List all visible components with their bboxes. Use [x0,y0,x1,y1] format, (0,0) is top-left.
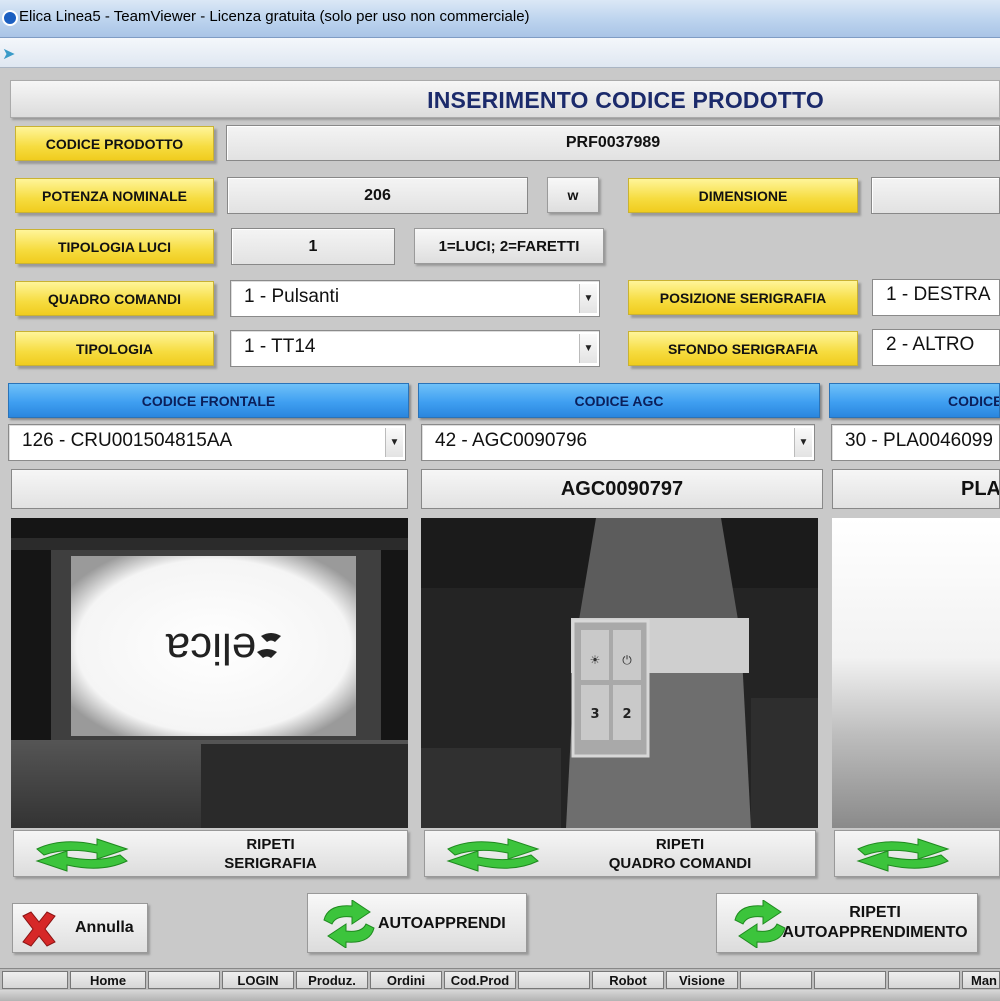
camera-image-serigrafia: elica [11,518,408,828]
codice-third-value: 30 - PLA0046099 [845,430,993,451]
window-titlebar: Elica Linea5 - TeamViewer - Licenza grat… [0,0,1000,38]
panel-key-light: ☀ [590,653,601,667]
refresh-arrows-icon [446,838,540,872]
page-title: INSERIMENTO CODICE PRODOTTO [427,87,824,113]
detected-agc-code: AGC0090797 [421,469,823,509]
codice-third-dropdown[interactable]: 30 - PLA0046099 [831,424,1000,461]
elica-logo-text: elica [165,624,256,673]
ripeti-label-line1: RIPETI [246,836,295,853]
pin-icon[interactable]: ➤ [2,44,15,64]
ripeti-auto-line2: AUTOAPPRENDIMENTO [782,924,968,941]
camera-image-third [832,518,1000,828]
teamviewer-icon [2,10,18,26]
panel-key-power: ⏻ [622,653,632,667]
sfondo-serigrafia-label: SFONDO SERIGRAFIA [628,331,858,366]
tipologia-label: TIPOLOGIA [15,331,214,366]
page-heading-bar: INSERIMENTO CODICE PRODOTTO [10,80,1000,118]
detected-third-code: PLA [832,469,1000,509]
potenza-nominale-field[interactable]: 206 [227,177,528,214]
ripeti-third-button[interactable] [834,830,1000,877]
ripeti-autoapprendimento-button[interactable]: RIPETI AUTOAPPRENDIMENTO [716,893,978,953]
footer-strip [0,990,1000,1001]
annulla-button[interactable]: Annulla [12,903,148,953]
ripeti-label-line1: RIPETI [655,836,705,853]
potenza-unit-label: w [547,177,599,213]
chevron-down-icon[interactable]: ▼ [579,334,597,363]
tipologia-dropdown[interactable]: 1 - TT14 ▼ [230,330,600,367]
nav-tab-empty-5[interactable] [814,971,886,989]
panel-key-3: 3 [590,707,599,722]
camera-image-quadro: ☀ ⏻ 3 2 [421,518,818,828]
ripeti-autoapprendimento-label: RIPETI AUTOAPPRENDIMENTO [777,903,973,943]
autoapprendi-button[interactable]: AUTOAPPRENDI [307,893,527,953]
sfondo-serigrafia-field[interactable]: 2 - ALTRO [872,329,1000,366]
codice-frontale-header: CODICE FRONTALE [8,383,409,418]
sfondo-serigrafia-value: 2 - ALTRO [886,334,975,355]
codice-third-header: CODICE [829,383,1000,418]
camera-view-quadro: ☀ ⏻ 3 2 [421,518,818,828]
posizione-serigrafia-label: POSIZIONE SERIGRAFIA [628,280,858,315]
panel-key-2: 2 [622,707,631,722]
nav-tab-empty-6[interactable] [888,971,960,989]
quadro-comandi-value: 1 - Pulsanti [244,286,340,307]
tipologia-luci-label: TIPOLOGIA LUCI [15,229,214,264]
red-x-icon [22,911,56,947]
annulla-label: Annulla [75,919,134,936]
codice-agc-value: 42 - AGC0090796 [435,430,588,451]
ripeti-serigrafia-label: RIPETI SERIGRAFIA [134,835,407,873]
dimensione-field[interactable] [871,177,1000,214]
refresh-arrows-icon [323,900,375,948]
tipologia-luci-field[interactable]: 1 [231,228,395,265]
codice-agc-header: CODICE AGC [418,383,820,418]
tipologia-luci-hint: 1=LUCI; 2=FARETTI [414,228,604,264]
quadro-comandi-dropdown[interactable]: 1 - Pulsanti ▼ [230,280,600,317]
chevron-down-icon[interactable]: ▼ [794,428,812,457]
nav-tab-visione[interactable]: Visione [666,971,738,989]
ripeti-serigrafia-button[interactable]: RIPETI SERIGRAFIA [13,830,408,877]
chevron-down-icon[interactable]: ▼ [579,284,597,313]
nav-tab-empty-2[interactable] [148,971,220,989]
nav-tab-robot[interactable]: Robot [592,971,664,989]
nav-tab-home[interactable]: Home [70,971,146,989]
camera-view-serigrafia: elica [11,518,408,828]
chevron-down-icon[interactable]: ▼ [385,428,403,457]
ripeti-quadro-comandi-button[interactable]: RIPETI QUADRO COMANDI [424,830,816,877]
codice-frontale-dropdown[interactable]: 126 - CRU001504815AA ▼ [8,424,406,461]
quadro-comandi-label: QUADRO COMANDI [15,281,214,316]
dimensione-label: DIMENSIONE [628,178,858,213]
footer-nav: Home LOGIN Produz. Ordini Cod.Prod Robot… [0,968,1000,1001]
autoapprendi-label: AUTOAPPRENDI [378,915,506,932]
tipologia-value: 1 - TT14 [244,336,316,357]
nav-tab-man[interactable]: Man [962,971,1000,989]
ripeti-label-line2: SERIGRAFIA [224,855,317,872]
ripeti-auto-line1: RIPETI [849,904,901,921]
ripeti-quadro-comandi-label: RIPETI QUADRO COMANDI [545,835,815,873]
toolbar-strip: ➤ [0,38,1000,68]
window-title: Elica Linea5 - TeamViewer - Licenza grat… [19,8,530,25]
posizione-serigrafia-value: 1 - DESTRA [886,284,991,305]
refresh-arrows-icon [856,838,950,872]
nav-tab-empty-4[interactable] [740,971,812,989]
potenza-nominale-label: POTENZA NOMINALE [15,178,214,213]
camera-view-third [832,518,1000,828]
nav-tab-codprod[interactable]: Cod.Prod [444,971,516,989]
nav-tab-empty-3[interactable] [518,971,590,989]
codice-prodotto-label: CODICE PRODOTTO [15,126,214,161]
codice-prodotto-field[interactable]: PRF0037989 [226,125,1000,161]
refresh-arrows-icon [35,838,129,872]
codice-frontale-value: 126 - CRU001504815AA [22,430,233,451]
detected-frontale-code [11,469,408,509]
nav-tab-login[interactable]: LOGIN [222,971,294,989]
nav-tab-ordini[interactable]: Ordini [370,971,442,989]
posizione-serigrafia-field[interactable]: 1 - DESTRA [872,279,1000,316]
codice-agc-dropdown[interactable]: 42 - AGC0090796 ▼ [421,424,815,461]
nav-tab-produz[interactable]: Produz. [296,971,368,989]
ripeti-label-line2: QUADRO COMANDI [608,855,752,872]
nav-tab-empty-1[interactable] [2,971,68,989]
